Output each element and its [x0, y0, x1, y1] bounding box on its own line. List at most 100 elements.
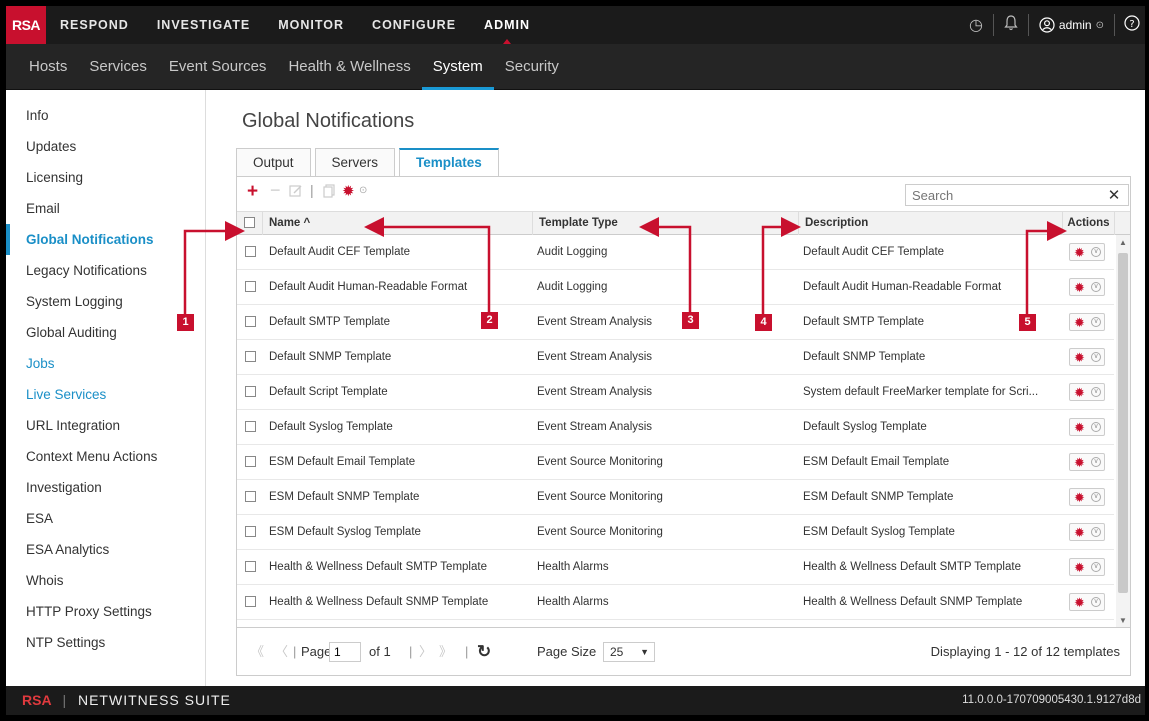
row-actions-button[interactable]: ✹ ∨ [1069, 313, 1105, 331]
table-row[interactable]: Default SNMP Template Event Stream Analy… [237, 340, 1114, 375]
table-row[interactable]: Default Script Template Event Stream Ana… [237, 375, 1114, 410]
refresh-icon[interactable]: ↻ [477, 628, 491, 676]
select-all-checkbox[interactable] [244, 217, 255, 229]
subnav-services[interactable]: Services [78, 44, 158, 90]
edit-icon[interactable] [289, 184, 303, 203]
tab-servers[interactable]: Servers [314, 148, 396, 176]
table-row[interactable]: ESM Default Syslog Template Event Source… [237, 515, 1114, 550]
nav-configure[interactable]: CONFIGURE [358, 6, 470, 44]
subnav-event-sources[interactable]: Event Sources [158, 44, 278, 90]
column-description[interactable]: Description [799, 212, 1063, 235]
table-row[interactable]: Health & Wellness Default SNMP Template … [237, 585, 1114, 620]
row-checkbox[interactable] [245, 246, 256, 258]
sidebar-item-legacy-notifications[interactable]: Legacy Notifications [6, 255, 205, 286]
row-checkbox[interactable] [245, 386, 256, 398]
clone-icon[interactable] [323, 184, 335, 203]
sidebar-item-esa[interactable]: ESA [6, 503, 205, 534]
remove-icon[interactable]: − [270, 180, 281, 201]
row-actions-button[interactable]: ✹ ∨ [1069, 523, 1105, 541]
chevron-down-icon[interactable]: ⊙ [359, 185, 367, 196]
add-icon[interactable]: + [247, 181, 258, 203]
subnav-hosts[interactable]: Hosts [18, 44, 78, 90]
row-checkbox[interactable] [245, 351, 256, 363]
row-checkbox[interactable] [245, 561, 256, 573]
row-actions-button[interactable]: ✹ ∨ [1069, 593, 1105, 611]
clear-search-icon[interactable]: ✕ [1102, 186, 1126, 204]
subnav-security[interactable]: Security [494, 44, 570, 90]
last-page-icon[interactable]: 》 [439, 628, 452, 676]
next-page-icon[interactable]: 〉 [419, 628, 432, 676]
nav-monitor[interactable]: MONITOR [264, 6, 358, 44]
search-input[interactable] [906, 187, 1102, 203]
sidebar-item-live-services[interactable]: Live Services [6, 379, 205, 410]
row-checkbox[interactable] [245, 316, 256, 328]
row-checkbox[interactable] [245, 491, 256, 503]
sidebar-item-ntp-settings[interactable]: NTP Settings [6, 627, 205, 658]
column-template-type[interactable]: Template Type [533, 212, 799, 235]
sidebar-item-system-logging[interactable]: System Logging [6, 286, 205, 317]
row-checkbox[interactable] [245, 281, 256, 293]
row-type: Health Alarms [537, 596, 609, 608]
row-actions-button[interactable]: ✹ ∨ [1069, 418, 1105, 436]
rsa-logo[interactable]: RSA [6, 6, 46, 44]
row-checkbox[interactable] [245, 421, 256, 433]
scroll-down-icon[interactable]: ▼ [1119, 616, 1127, 625]
timer-icon[interactable]: ◷ [963, 15, 989, 35]
row-actions-button[interactable]: ✹ ∨ [1069, 278, 1105, 296]
nav-admin[interactable]: ADMIN [470, 6, 544, 44]
row-actions-button[interactable]: ✹ ∨ [1069, 348, 1105, 366]
row-name: Default Audit Human-Readable Format [269, 281, 468, 293]
scroll-up-icon[interactable]: ▲ [1119, 238, 1127, 247]
row-checkbox[interactable] [245, 456, 256, 468]
sidebar-item-info[interactable]: Info [6, 100, 205, 131]
table-row[interactable]: Health & Wellness Default SMTP Template … [237, 550, 1114, 585]
table-row[interactable]: ✹ [237, 620, 1114, 627]
table-row[interactable]: Default Audit Human-Readable Format Audi… [237, 270, 1114, 305]
table-row[interactable]: Default Audit CEF Template Audit Logging… [237, 235, 1114, 270]
table-scrollbar[interactable]: ▲ ▼ [1116, 235, 1130, 627]
sidebar-item-licensing[interactable]: Licensing [6, 162, 205, 193]
first-page-icon[interactable]: 《 [251, 628, 264, 676]
chevron-down-icon: ∨ [1091, 457, 1101, 467]
table-row[interactable]: Default Syslog Template Event Stream Ana… [237, 410, 1114, 445]
subnav-system[interactable]: System [421, 44, 494, 90]
row-checkbox[interactable] [245, 596, 256, 608]
bell-icon[interactable] [998, 14, 1024, 36]
sidebar-item-investigation[interactable]: Investigation [6, 472, 205, 503]
tab-output[interactable]: Output [236, 148, 311, 176]
sidebar-item-url-integration[interactable]: URL Integration [6, 410, 205, 441]
sidebar-item-context-menu-actions[interactable]: Context Menu Actions [6, 441, 205, 472]
table-row[interactable]: ESM Default SNMP Template Event Source M… [237, 480, 1114, 515]
row-actions-button[interactable]: ✹ ∨ [1069, 383, 1105, 401]
row-type: Event Stream Analysis [537, 386, 653, 398]
previous-page-icon[interactable]: 〈 [275, 628, 288, 676]
nav-investigate[interactable]: INVESTIGATE [143, 6, 264, 44]
sidebar-item-email[interactable]: Email [6, 193, 205, 224]
tab-templates[interactable]: Templates [399, 148, 499, 176]
sidebar-item-jobs[interactable]: Jobs [6, 348, 205, 379]
column-name[interactable]: Name ^ [263, 212, 533, 235]
sidebar-item-whois[interactable]: Whois [6, 565, 205, 596]
chevron-down-icon: ∨ [1091, 317, 1101, 327]
sidebar-item-esa-analytics[interactable]: ESA Analytics [6, 534, 205, 565]
row-actions-button[interactable]: ✹ ∨ [1069, 243, 1105, 261]
sidebar-item-http-proxy-settings[interactable]: HTTP Proxy Settings [6, 596, 205, 627]
nav-respond[interactable]: RESPOND [46, 6, 143, 44]
subnav-health-wellness[interactable]: Health & Wellness [277, 44, 421, 90]
scrollbar-thumb[interactable] [1118, 253, 1128, 593]
user-menu[interactable]: admin ⊙ [1033, 17, 1110, 33]
page-number-input[interactable] [329, 642, 361, 662]
table-row[interactable]: Default SMTP Template Event Stream Analy… [237, 305, 1114, 340]
row-checkbox[interactable] [245, 526, 256, 538]
page-size-select[interactable]: 25 ▼ [603, 642, 655, 662]
sidebar-item-global-auditing[interactable]: Global Auditing [6, 317, 205, 348]
row-actions-button[interactable]: ✹ ∨ [1069, 488, 1105, 506]
table-row[interactable]: ESM Default Email Template Event Source … [237, 445, 1114, 480]
sidebar-item-updates[interactable]: Updates [6, 131, 205, 162]
settings-gear-icon[interactable]: ✹ [342, 182, 355, 200]
sidebar-item-global-notifications[interactable]: Global Notifications [6, 224, 205, 255]
row-actions-button[interactable]: ✹ ∨ [1069, 453, 1105, 471]
row-actions-button[interactable]: ✹ ∨ [1069, 558, 1105, 576]
pager-divider: | [409, 644, 413, 659]
help-icon[interactable]: ? [1119, 14, 1145, 36]
